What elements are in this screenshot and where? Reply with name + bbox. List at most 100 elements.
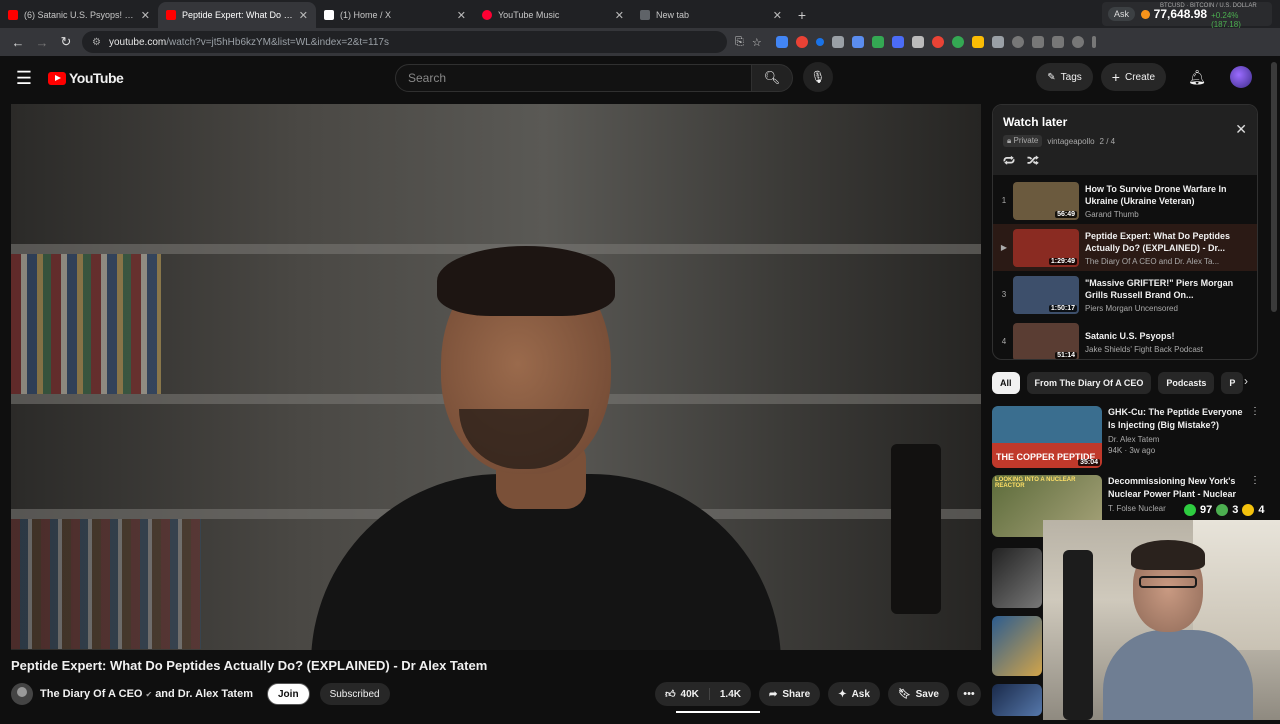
chip-all[interactable]: All bbox=[992, 372, 1020, 394]
ticker-ask-button[interactable]: Ask bbox=[1108, 7, 1136, 21]
dislike-count: 1.4K bbox=[719, 688, 741, 700]
menu-dots-icon[interactable] bbox=[1091, 36, 1096, 48]
downloads-icon[interactable] bbox=[1031, 36, 1044, 48]
search-button[interactable]: 🔍︎ bbox=[751, 64, 793, 92]
video-player[interactable] bbox=[11, 104, 981, 650]
voice-search-button[interactable]: 🎙︎ bbox=[803, 62, 833, 92]
chip-podcasts[interactable]: Podcasts bbox=[1158, 372, 1215, 394]
playlist-item-title: Peptide Expert: What Do Peptides Actuall… bbox=[1085, 230, 1231, 253]
chip-from-channel[interactable]: From The Diary Of A CEO bbox=[1026, 372, 1152, 394]
youtube-logo[interactable]: YouTube bbox=[48, 70, 124, 86]
account-avatar[interactable] bbox=[1230, 66, 1252, 88]
extension-icon[interactable] bbox=[871, 36, 884, 48]
close-tab-icon[interactable]: ✕ bbox=[773, 9, 782, 22]
extension-icon[interactable] bbox=[891, 36, 904, 48]
playlist-item-channel: The Diary Of A CEO and Dr. Alex Ta... bbox=[1085, 256, 1220, 266]
join-button[interactable]: Join bbox=[267, 683, 310, 705]
extension-icon[interactable] bbox=[971, 36, 984, 48]
watch-later-playlist-panel: Watch later 🔒︎ Private vintageapollo 2 /… bbox=[992, 104, 1258, 360]
like-dislike-group: 👍︎ 40K 1.4K bbox=[655, 682, 751, 706]
playlist-item[interactable]: 3 1:50:17 "Massive GRIFTER!" Piers Morga… bbox=[993, 271, 1257, 318]
video-actions: 👍︎ 40K 1.4K ➦ Share ✦ Ask 🔖︎ Save ••• bbox=[655, 682, 981, 706]
playlist-subtitle: 🔒︎ Private vintageapollo 2 / 4 bbox=[1003, 135, 1247, 147]
chip-more[interactable]: P bbox=[1221, 372, 1244, 394]
browser-tab[interactable]: New tab ✕ bbox=[632, 2, 790, 28]
history-icon[interactable] bbox=[1011, 36, 1024, 48]
chevron-right-icon[interactable]: › bbox=[1244, 374, 1248, 388]
channel-name[interactable]: The Diary Of A CEO bbox=[40, 688, 142, 700]
save-button[interactable]: 🔖︎ Save bbox=[887, 682, 949, 706]
reload-icon[interactable]: ↻ bbox=[54, 30, 78, 54]
like-button[interactable]: 👍︎ 40K bbox=[655, 688, 710, 700]
extension-icon[interactable] bbox=[911, 36, 924, 48]
bookmark-star-icon[interactable]: ☆ bbox=[752, 36, 762, 49]
recommended-video[interactable]: THE COPPER PEPTIDE 35:04 GHK-Cu: The Pep… bbox=[992, 406, 1262, 470]
playlist-item[interactable]: 4 51:14 Satanic U.S. Psyops! Jake Shields… bbox=[993, 318, 1257, 359]
recommended-channel: Dr. Alex Tatem bbox=[1108, 435, 1160, 444]
recommended-thumbnail[interactable] bbox=[992, 616, 1042, 676]
address-bar[interactable]: ⚙ youtube.com/watch?v=jt5hHb6kzYM&list=W… bbox=[82, 31, 727, 53]
new-tab-button[interactable]: + bbox=[790, 2, 814, 28]
recommended-thumbnail[interactable] bbox=[992, 548, 1042, 608]
dislike-button[interactable]: 1.4K bbox=[710, 689, 751, 700]
playlist-item[interactable]: 1 56:49 How To Survive Drone Warfare In … bbox=[993, 177, 1257, 224]
recommended-title: GHK-Cu: The Peptide Everyone Is Injectin… bbox=[1108, 407, 1243, 430]
page-scrollbar[interactable] bbox=[1271, 62, 1277, 312]
browser-tab-active[interactable]: Peptide Expert: What Do Peptides Actuall… bbox=[158, 2, 316, 28]
playlist-item-current[interactable]: ▶ 1:29:49 Peptide Expert: What Do Peptid… bbox=[993, 224, 1257, 271]
recommendation-filter-chips: All From The Diary Of A CEO Podcasts P › bbox=[992, 372, 1258, 394]
share-button[interactable]: ➦ Share bbox=[759, 682, 821, 706]
extension-icon[interactable] bbox=[815, 38, 824, 46]
magic-wand-icon: ✎ bbox=[1047, 71, 1056, 83]
playlist-item-title: "Massive GRIFTER!" Piers Morgan Grills R… bbox=[1085, 277, 1234, 300]
channel-avatar[interactable] bbox=[11, 683, 33, 705]
hamburger-menu-icon[interactable]: ☰ bbox=[0, 68, 48, 89]
close-tab-icon[interactable]: ✕ bbox=[141, 9, 150, 22]
youtube-play-logo-icon bbox=[48, 71, 66, 85]
extension-icon[interactable] bbox=[851, 36, 864, 48]
close-tab-icon[interactable]: ✕ bbox=[299, 9, 308, 22]
playlist-item-channel: Piers Morgan Uncensored bbox=[1085, 303, 1178, 313]
extension-icon[interactable] bbox=[795, 36, 808, 48]
extension-icon[interactable] bbox=[951, 36, 964, 48]
loop-icon[interactable]: 🔁︎ bbox=[1003, 153, 1015, 170]
youtube-logo-text: YouTube bbox=[69, 70, 124, 86]
back-arrow-icon[interactable]: ← bbox=[6, 30, 30, 54]
playlist-item-index: 1 bbox=[1001, 196, 1007, 205]
recommended-thumbnail[interactable] bbox=[992, 684, 1042, 716]
subscribed-button[interactable]: Subscribed bbox=[319, 683, 390, 705]
ticker-change: +0.24% (187.18) bbox=[1211, 11, 1241, 29]
extensions-puzzle-icon[interactable] bbox=[991, 36, 1004, 48]
tags-button[interactable]: ✎ Tags bbox=[1036, 63, 1093, 91]
install-app-icon[interactable]: ⎘ bbox=[735, 36, 744, 49]
more-options-icon[interactable]: ⋮ bbox=[1250, 406, 1260, 417]
shuffle-icon[interactable]: 🔀︎ bbox=[1027, 153, 1039, 170]
search-input[interactable]: Search bbox=[395, 64, 752, 92]
playlist-item-channel: Jake Shields' Fight Back Podcast bbox=[1085, 344, 1204, 354]
extension-icon[interactable] bbox=[775, 36, 788, 48]
playlist-item-thumbnail: 51:14 bbox=[1013, 322, 1079, 359]
create-button[interactable]: + Create bbox=[1100, 63, 1166, 91]
forward-arrow-icon[interactable]: → bbox=[30, 30, 54, 54]
browser-tab[interactable]: YouTube Music ✕ bbox=[474, 2, 632, 28]
playlist-owner[interactable]: vintageapollo bbox=[1047, 137, 1094, 146]
ask-button[interactable]: ✦ Ask bbox=[828, 682, 880, 706]
close-tab-icon[interactable]: ✕ bbox=[457, 9, 466, 22]
devtools-icon[interactable] bbox=[1051, 36, 1064, 48]
browser-tab[interactable]: (1) Home / X ✕ bbox=[316, 2, 474, 28]
notifications-bell-icon[interactable]: 🔔︎ bbox=[1182, 63, 1212, 91]
extension-icon[interactable] bbox=[831, 36, 844, 48]
collaborator-name[interactable]: and Dr. Alex Tatem bbox=[155, 688, 253, 700]
site-info-icon[interactable]: ⚙ bbox=[92, 37, 101, 48]
microphone-icon: 🎙︎ bbox=[810, 70, 826, 84]
close-icon[interactable]: ✕ bbox=[1235, 121, 1247, 138]
playlist-title[interactable]: Watch later bbox=[1003, 115, 1247, 129]
profile-icon[interactable] bbox=[1071, 36, 1084, 48]
more-actions-icon[interactable]: ••• bbox=[957, 682, 981, 706]
more-options-icon[interactable]: ⋮ bbox=[1250, 475, 1260, 486]
extension-icon[interactable] bbox=[931, 36, 944, 48]
like-count: 40K bbox=[680, 688, 699, 700]
browser-tab[interactable]: (6) Satanic U.S. Psyops! - YouTube ✕ bbox=[0, 2, 158, 28]
close-tab-icon[interactable]: ✕ bbox=[615, 9, 624, 22]
btc-ticker-widget[interactable]: Ask BTCUSD · BITCOIN / U.S. DOLLAR 77,64… bbox=[1102, 2, 1272, 29]
